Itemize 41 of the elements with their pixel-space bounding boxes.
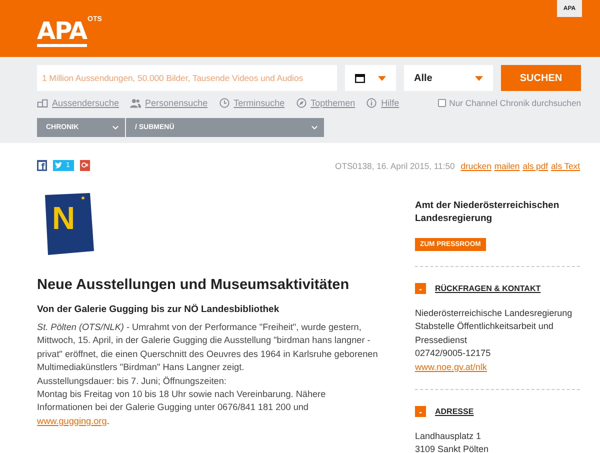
search-link[interactable]: Terminsuche [218,98,285,108]
bird-icon [55,162,63,169]
collapse-toggle[interactable]: - [415,406,426,418]
action-link[interactable]: mailen [494,160,520,170]
building-icon [37,98,48,108]
info-icon [366,98,378,108]
action-link[interactable]: drucken [460,160,492,170]
google-plus-icon[interactable] [80,160,90,171]
chevron-down-icon [311,125,318,130]
chevron-down-icon [112,125,119,130]
organization-name: Amt der Niederösterreichischen Landesregierung [415,199,560,225]
caret-icon [378,76,386,80]
search-link[interactable]: Hilfe [366,98,400,108]
collapse-toggle[interactable]: - [415,283,426,294]
action-link[interactable]: als Text [551,160,580,170]
section-title[interactable]: ADRESSE [435,407,474,416]
channel-checkbox[interactable]: Nur Channel Chronik durchsuchen [438,98,581,108]
article-body: St. Pölten (OTS/NLK) - Umrahmt von der Performance "Freiheit", wurde gestern, Mittwoch, 15. April, in der Galerie Gugging die Ausstellung "birdman hans langner - privat" eröffnet, die einen Querschnitt des Oeuvres des 1964 in Karlsruhe geborenen Multimediakünstlers "Birdman" Hans Langner zeigt. Ausstellungsdauer: bis 7. Juni; Öffnungszeiten: Montag bis Freitag von 10 bis 18 Uhr sowie nach Vereinbarung. Nähere Informationen bei der Galerie Gugging unter 0676/841 181 200 und www.gugging.org. [37,321,379,428]
clock-icon [218,98,230,108]
release-info: OTS0138, 16. April 2015, 11:50 [335,160,455,170]
caret-icon [475,76,483,80]
facebook-icon[interactable] [37,160,47,171]
section-title[interactable]: RÜCKFRAGEN & KONTAKT [435,284,541,293]
compass-icon [296,98,307,108]
search-field[interactable]: 1 Million Aussendungen, 50.000 Bilder, Tausende Videos und Audios [37,65,337,91]
people-icon [130,98,142,108]
action-link[interactable]: als pdf [522,160,548,170]
category-dropdown[interactable]: Alle [404,65,493,91]
search-link[interactable]: Personensuche [130,98,208,108]
section-text: Landhausplatz 1 3109 Sankt Pölten [415,430,490,453]
website-link[interactable]: www.noe.gv.at/nlk [415,362,487,372]
calendar-icon [355,73,366,83]
date-dropdown[interactable] [345,65,396,91]
lower-austria-logo: N [42,193,94,255]
section-text: Niederösterreichische Landesregierung Stabstelle Öffentlichkeitsarbeit und Pressedienst 02742/9005-12175 www.noe.gv.at/nlk [415,307,574,374]
website-link[interactable]: www.gugging.org [37,416,107,426]
article-subtitle: Von der Galerie Gugging bis zur NÖ Landesbibliothek [37,304,280,315]
search-link[interactable]: Aussendersuche [37,98,120,108]
article-title: Neue Ausstellungen und Museumsaktivitäten [37,277,350,293]
search-link[interactable]: Topthemen [296,98,356,108]
search-button[interactable]: SUCHEN [501,65,581,91]
